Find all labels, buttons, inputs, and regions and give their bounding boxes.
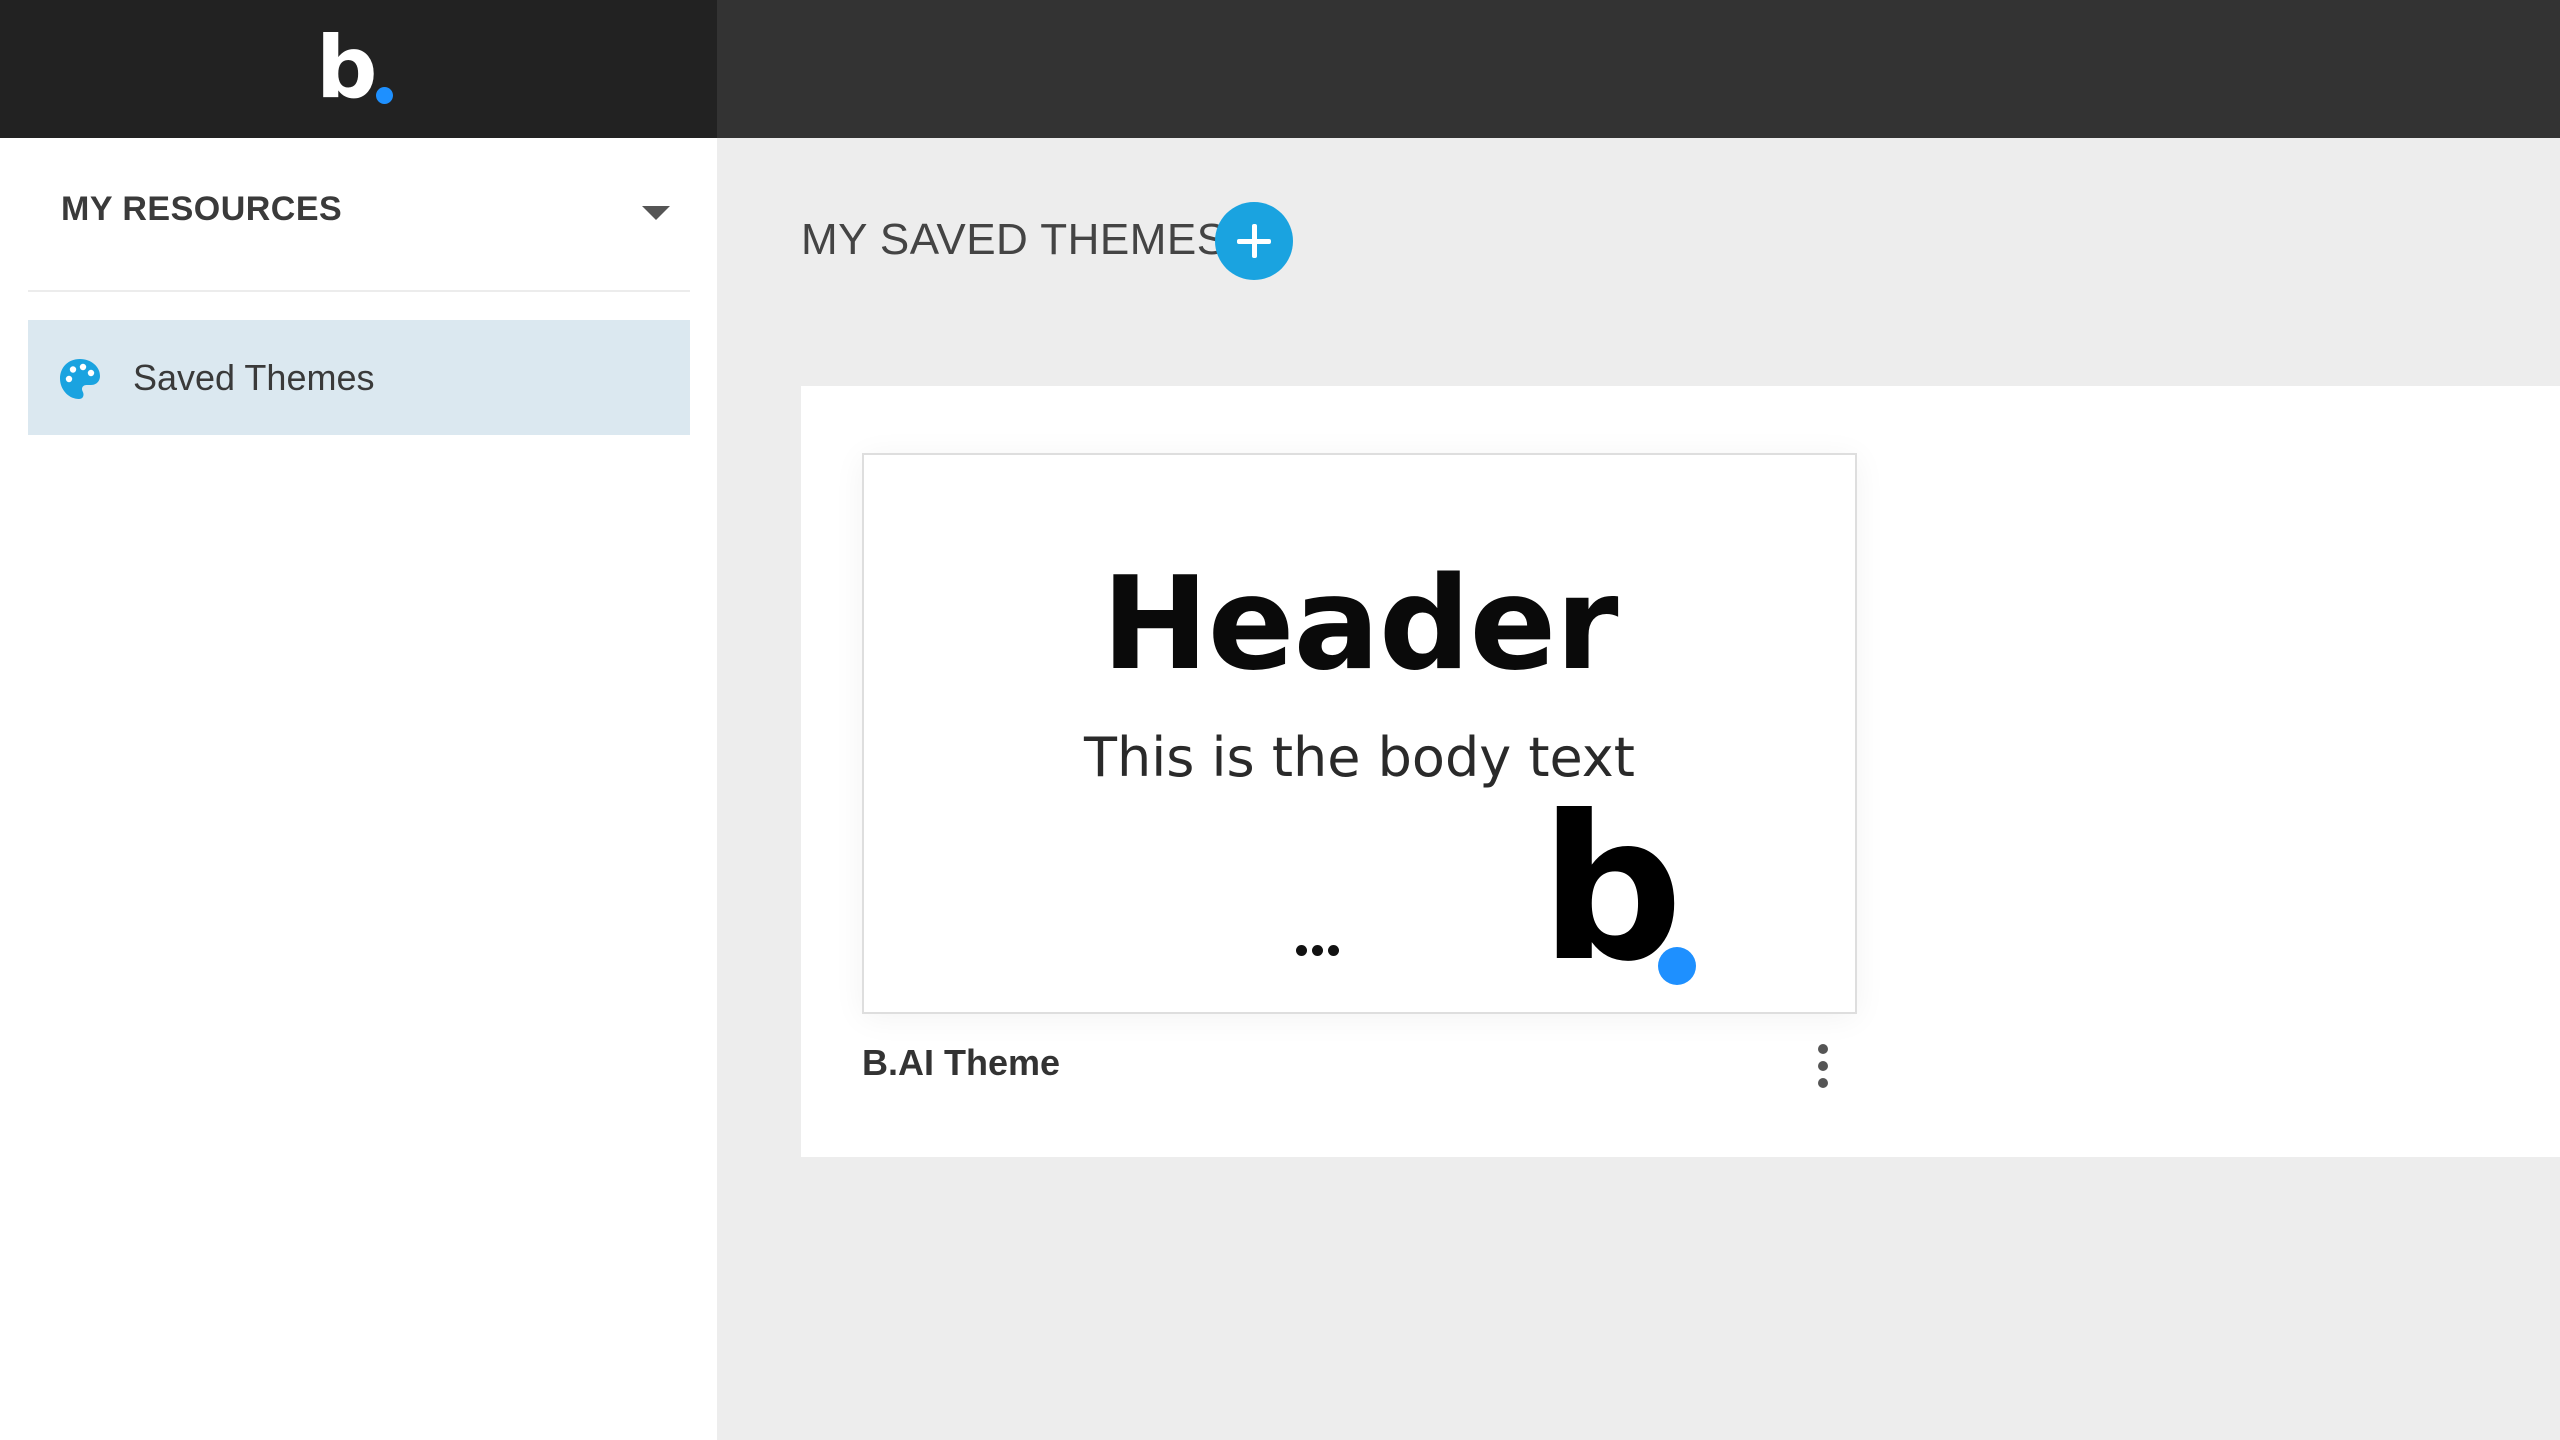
ellipsis-icon [1296, 945, 1356, 959]
preview-logo-dot [1658, 947, 1696, 985]
preview-header-text: Header [1101, 550, 1619, 699]
sidebar-title: MY RESOURCES [61, 190, 343, 228]
chevron-down-icon[interactable] [642, 206, 670, 220]
add-theme-button[interactable] [1215, 202, 1293, 280]
theme-card-preview[interactable]: Header This is the body text b [862, 453, 1857, 1014]
page-title: MY SAVED THEMES [801, 215, 1227, 264]
themes-panel: Header This is the body text b B.AI Them… [801, 386, 2560, 1157]
brand-logo[interactable]: b [316, 18, 378, 118]
theme-card-name[interactable]: B.AI Theme [862, 1042, 1060, 1084]
sidebar-header[interactable]: MY RESOURCES [28, 138, 690, 292]
logo-area: b [0, 0, 717, 138]
kebab-menu-icon[interactable] [1811, 1044, 1835, 1088]
brand-logo-dot [376, 87, 393, 104]
top-bar: b [0, 0, 2560, 138]
sidebar-item-label: Saved Themes [133, 357, 375, 398]
sidebar-item-saved-themes[interactable]: Saved Themes [28, 320, 690, 435]
sidebar: MY RESOURCES Saved Themes [0, 138, 717, 1440]
preview-body-text: This is the body text [1084, 726, 1635, 789]
palette-icon [60, 359, 100, 399]
